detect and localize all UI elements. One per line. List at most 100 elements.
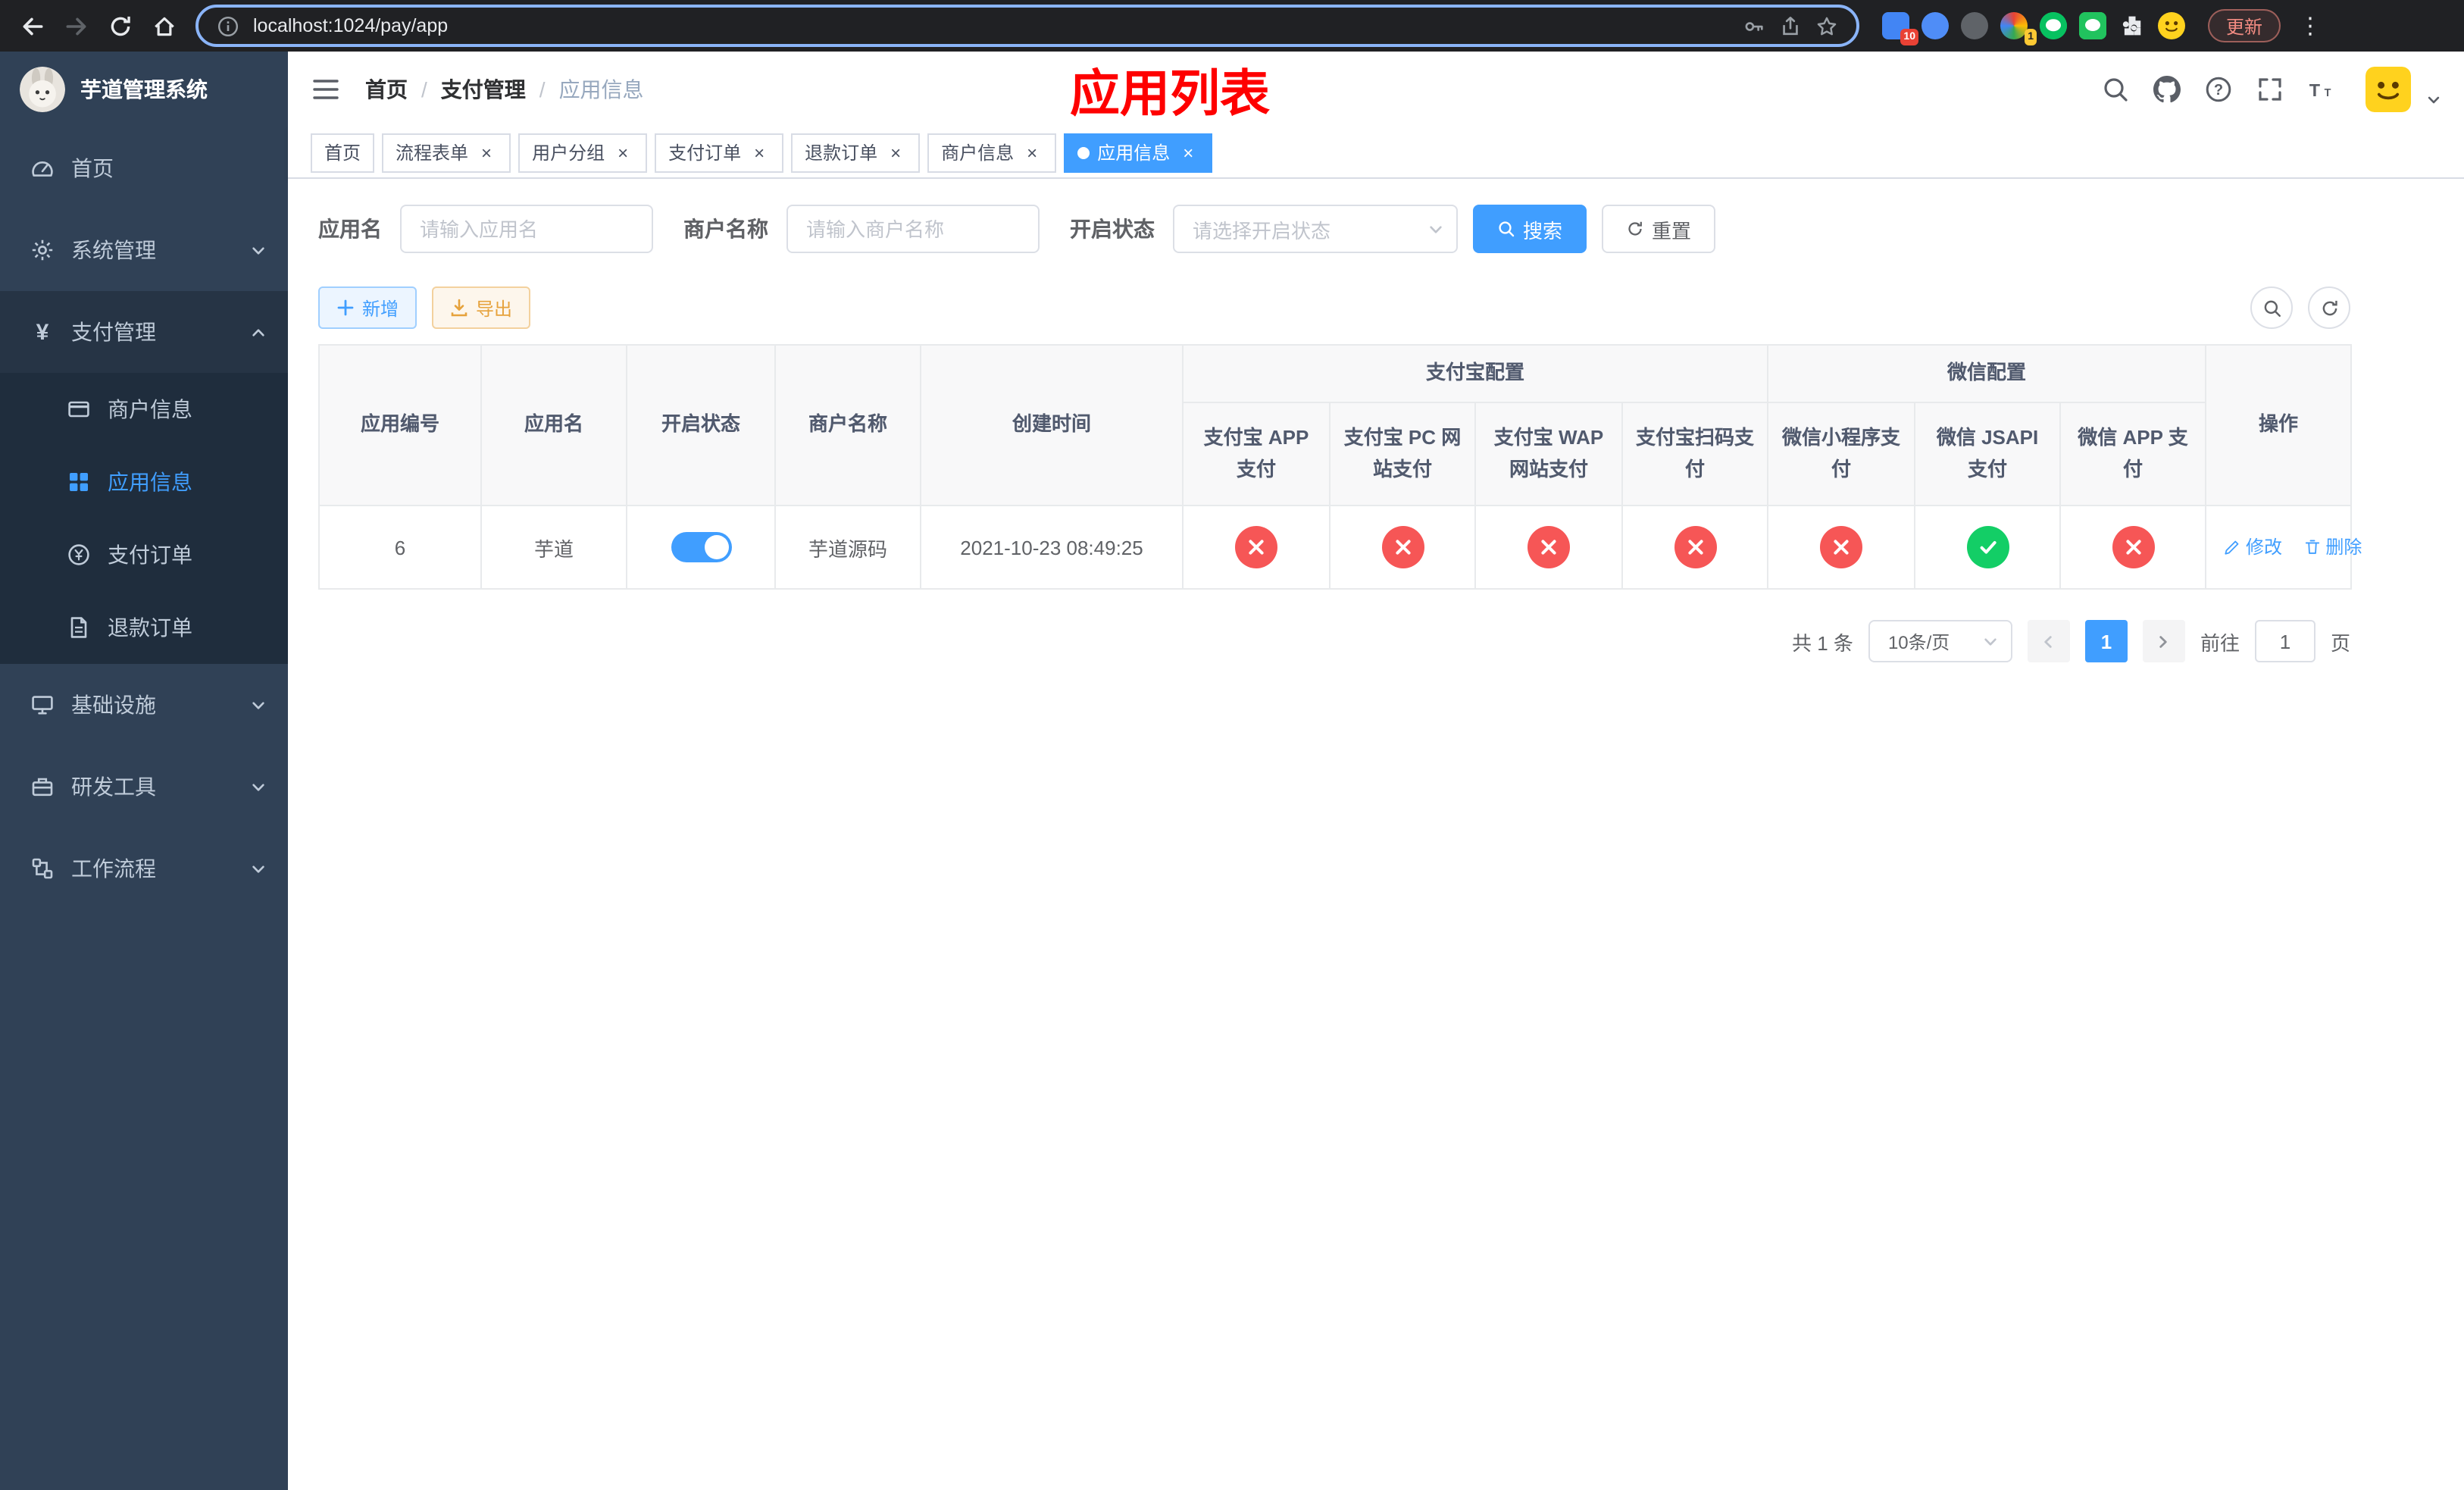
status-toggle[interactable] [671, 532, 731, 562]
search-button[interactable]: 搜索 [1473, 205, 1587, 253]
tab-app-info[interactable]: 应用信息 × [1064, 133, 1213, 172]
alipay-wap-status-icon [1527, 526, 1570, 568]
browser-reload-button[interactable] [100, 6, 139, 45]
pencil-icon [2225, 540, 2239, 555]
app-name-input[interactable] [400, 205, 653, 253]
reload-icon [110, 15, 130, 36]
chevron-down-icon[interactable] [2426, 92, 2441, 108]
status-label: 开启状态 [1070, 217, 1155, 241]
close-icon[interactable]: × [476, 142, 497, 163]
tab-bar: 首页 流程表单 × 用户分组 × 支付订单 × 退款订单 × 商户信息 × 应用… [288, 127, 2464, 179]
refresh-table-button[interactable] [2308, 286, 2350, 329]
payment-submenu: 商户信息 应用信息 支付订单 退款订单 [0, 373, 288, 664]
col-merchant: 商户名称 [774, 344, 921, 506]
search-icon [2263, 299, 2280, 316]
browser-home-button[interactable] [144, 6, 183, 45]
tab-merchant-info[interactable]: 商户信息 × [927, 133, 1057, 172]
extensions-puzzle-icon[interactable] [2118, 12, 2146, 39]
address-bar[interactable]: localhost:1024/pay/app [195, 5, 1859, 47]
wechat-app-status-icon [2112, 526, 2155, 568]
export-button[interactable]: 导出 [432, 286, 531, 329]
extension-icon[interactable]: 10 [1882, 12, 1918, 45]
app-logo[interactable]: 芋道管理系统 [0, 52, 288, 127]
goto-page-input[interactable] [2254, 620, 2315, 662]
browser-update-button[interactable]: 更新 [2208, 9, 2281, 42]
search-icon[interactable] [2102, 76, 2129, 103]
edit-button[interactable]: 修改 [2223, 534, 2282, 560]
font-size-icon[interactable]: TT [2308, 76, 2335, 103]
tab-payment-orders[interactable]: 支付订单 × [655, 133, 784, 172]
col-wechat-jsapi: 微信 JSAPI 支付 [1914, 402, 2062, 506]
col-group-wechat: 微信配置 [1767, 344, 2207, 403]
col-alipay-pc: 支付宝 PC 网站支付 [1329, 402, 1476, 506]
close-icon[interactable]: × [1177, 142, 1199, 163]
sidebar-menu: 首页 系统管理 ¥ 支付管理 商户信息 应用信息 支付订单 退款订单 基础设施 … [0, 127, 288, 909]
alipay-qr-status-icon [1674, 526, 1716, 568]
sidebar-item-infrastructure[interactable]: 基础设施 [0, 664, 288, 746]
close-icon[interactable]: × [749, 142, 770, 163]
add-button[interactable]: 新增 [318, 286, 417, 329]
extension-icon[interactable] [1921, 12, 1949, 39]
reset-button[interactable]: 重置 [1602, 205, 1716, 253]
toggle-search-button[interactable] [2250, 286, 2293, 329]
sidebar-item-app-info[interactable]: 应用信息 [0, 446, 288, 518]
sidebar-item-workflow[interactable]: 工作流程 [0, 828, 288, 909]
sidebar-item-dev-tools[interactable]: 研发工具 [0, 746, 288, 828]
close-icon[interactable]: × [1021, 142, 1043, 163]
sidebar-item-refund-orders[interactable]: 退款订单 [0, 591, 288, 664]
help-icon[interactable]: ? [2205, 76, 2232, 103]
breadcrumb-payment[interactable]: 支付管理 [441, 74, 526, 105]
logo-avatar [20, 67, 65, 112]
sidebar-item-payment-orders[interactable]: 支付订单 [0, 518, 288, 591]
col-wechat-app: 微信 APP 支付 [2059, 402, 2207, 506]
col-wechat-mini: 微信小程序支付 [1767, 402, 1916, 506]
browser-forward-button[interactable] [56, 6, 95, 45]
col-app-name: 应用名 [480, 344, 627, 506]
tab-process-form[interactable]: 流程表单 × [382, 133, 511, 172]
extension-badge: 10 [1900, 29, 1918, 45]
page-annotation: 应用列表 [1070, 65, 1270, 121]
page-number-button[interactable]: 1 [2084, 620, 2128, 662]
page-size-select[interactable]: 10条/页 [1868, 620, 2012, 662]
share-icon[interactable] [1779, 14, 1802, 37]
navbar-actions: ? TT [2102, 67, 2441, 112]
extension-icon[interactable] [1961, 12, 1988, 39]
browser-back-button[interactable] [12, 6, 52, 45]
tab-home[interactable]: 首页 [311, 133, 375, 172]
next-page-button[interactable] [2142, 620, 2185, 662]
fullscreen-icon[interactable] [2256, 76, 2284, 103]
github-icon[interactable] [2153, 76, 2181, 103]
svg-text:T: T [2309, 80, 2321, 100]
sidebar-item-system-management[interactable]: 系统管理 [0, 209, 288, 291]
site-info-icon[interactable] [217, 14, 239, 37]
col-group-alipay: 支付宝配置 [1181, 344, 1769, 403]
browser-menu-icon[interactable]: ⋮ [2299, 12, 2322, 39]
breadcrumb-separator: / [539, 77, 546, 102]
delete-button[interactable]: 删除 [2303, 534, 2362, 560]
col-app-id: 应用编号 [318, 344, 482, 506]
browser-profile-avatar[interactable] [2158, 12, 2185, 39]
sidebar-item-payment-management[interactable]: ¥ 支付管理 [0, 291, 288, 373]
sidebar-item-merchant-info[interactable]: 商户信息 [0, 373, 288, 446]
password-key-icon[interactable] [1743, 14, 1765, 37]
wechat-jsapi-status-icon [1966, 526, 2009, 568]
user-avatar[interactable] [2366, 67, 2411, 112]
col-actions: 操作 [2205, 344, 2353, 506]
breadcrumb-home[interactable]: 首页 [365, 74, 408, 105]
tab-user-group[interactable]: 用户分组 × [518, 133, 648, 172]
close-icon[interactable]: × [612, 142, 633, 163]
extension-icon[interactable]: 1 [2000, 12, 2037, 45]
tab-refund-orders[interactable]: 退款订单 × [791, 133, 921, 172]
hamburger-icon[interactable] [311, 74, 341, 105]
prev-page-button[interactable] [2027, 620, 2070, 662]
status-select[interactable]: 请选择开启状态 [1173, 205, 1458, 253]
extension-icon[interactable] [2079, 12, 2106, 39]
close-icon[interactable]: × [885, 142, 906, 163]
sidebar-item-home[interactable]: 首页 [0, 127, 288, 209]
bookmark-star-icon[interactable] [1815, 14, 1838, 37]
breadcrumb-separator: / [421, 77, 427, 102]
merchant-name-input[interactable] [786, 205, 1040, 253]
extension-icon[interactable] [2040, 12, 2067, 39]
col-status: 开启状态 [626, 344, 776, 506]
svg-text:?: ? [2214, 82, 2223, 99]
